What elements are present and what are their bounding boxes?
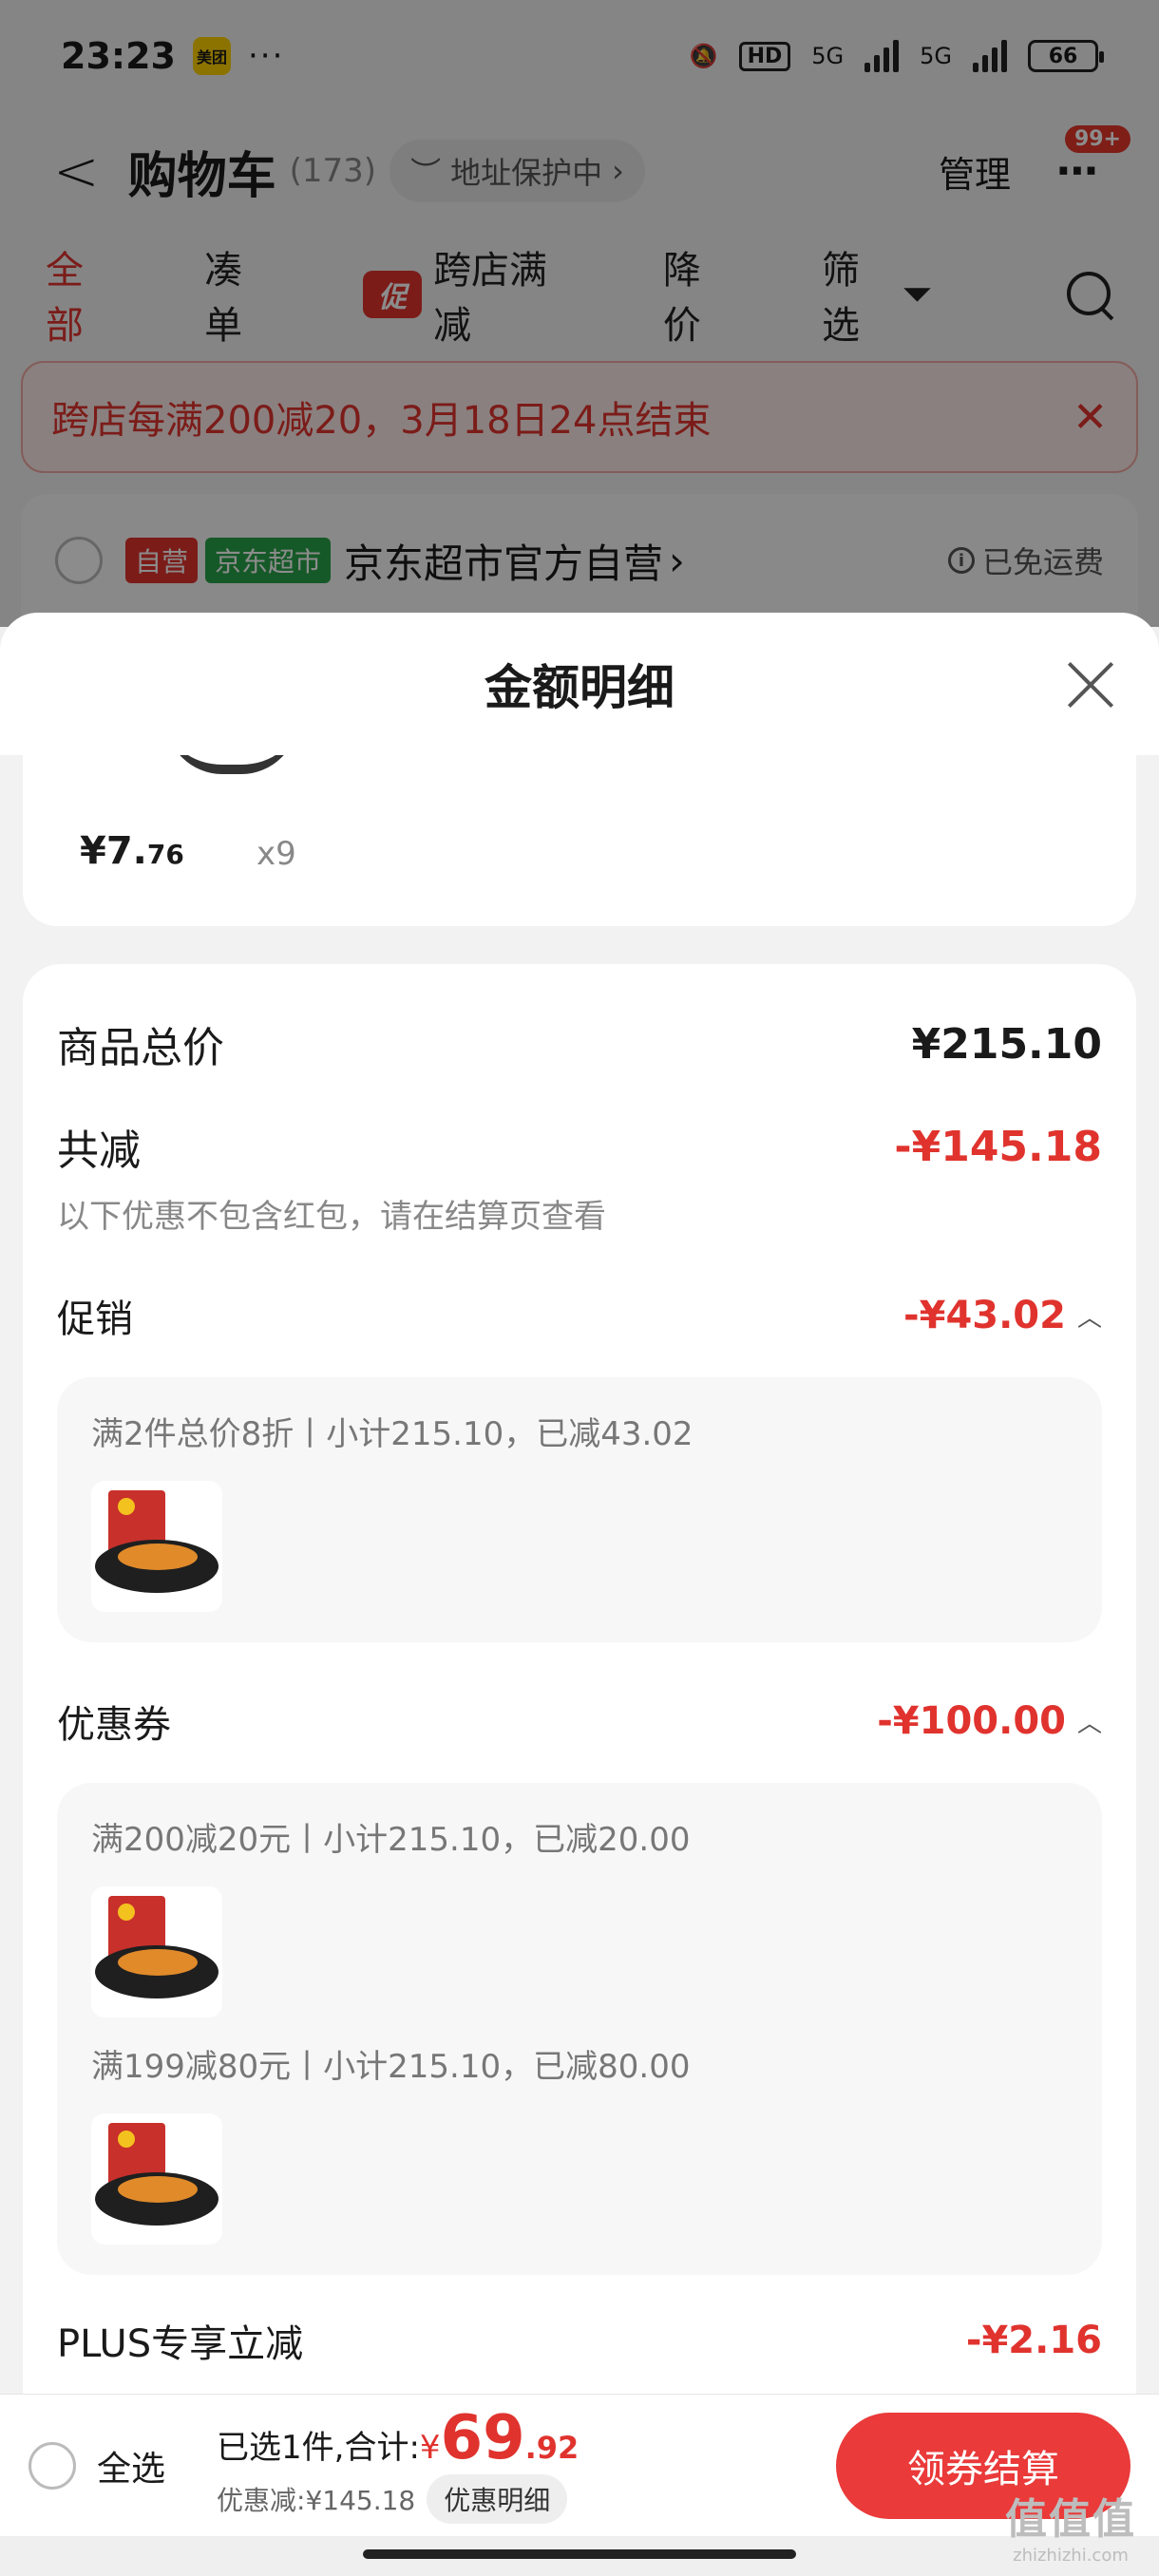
- discount-note: 以下优惠不包含红包，请在结算页查看: [57, 1198, 606, 1236]
- coupon-detail-box: 满200减20元丨小计215.10，已减20.00 满199减80元丨小计215…: [57, 1783, 1102, 2275]
- item-quantity: x9: [256, 835, 296, 873]
- promo-section-header[interactable]: 促销 -¥43.02 ︿: [57, 1288, 1102, 1343]
- coupon-section-header[interactable]: 优惠券 -¥100.00 ︿: [57, 1694, 1102, 1749]
- chevron-up-icon: ︿: [1076, 1709, 1102, 1738]
- discount-label: 共减: [57, 1127, 141, 1175]
- discount-detail-button[interactable]: 优惠明细: [427, 2473, 568, 2524]
- promo-value: -¥43.02: [903, 1294, 1066, 1337]
- coupon-label: 优惠券: [57, 1703, 171, 1747]
- chevron-up-icon: ︿: [1076, 1303, 1102, 1333]
- product-thumbnail: [91, 2113, 222, 2245]
- plus-value: -¥2.16: [965, 2319, 1102, 2362]
- item-card: ¥7.76 x9: [23, 755, 1136, 926]
- select-all-label[interactable]: 全选: [97, 2441, 165, 2491]
- total-row: 商品总价 ¥215.10: [57, 1013, 1102, 1074]
- coupon-detail-line-1: 满200减20元丨小计215.10，已减20.00: [91, 1821, 691, 1859]
- discount-value: -¥145.18: [894, 1122, 1102, 1171]
- select-all-radio[interactable]: [28, 2441, 76, 2490]
- saved-amount: 优惠减:¥145.18: [217, 2484, 416, 2516]
- total-decimal: .92: [524, 2429, 580, 2466]
- home-indicator[interactable]: [363, 2549, 796, 2559]
- sheet-title: 金额明细: [484, 660, 674, 715]
- summary-total-line: 已选1件,合计: ¥ 69 .92: [217, 2408, 579, 2469]
- promo-detail-box: 满2件总价8折丨小计215.10，已减43.02: [57, 1377, 1102, 1642]
- coupon-detail-line-2: 满199减80元丨小计215.10，已减80.00: [91, 2048, 691, 2086]
- modal-overlay[interactable]: [0, 0, 1159, 627]
- total-value: ¥215.10: [911, 1019, 1102, 1069]
- product-thumbnail: [165, 755, 298, 774]
- price-detail-card: 商品总价 ¥215.10 共减 -¥145.18 以下优惠不包含红包，请在结算页…: [23, 964, 1136, 2394]
- total-label: 商品总价: [57, 1024, 224, 1072]
- plus-row: PLUS专享立减 -¥2.16: [57, 2313, 1102, 2368]
- currency-symbol: ¥: [419, 2428, 441, 2467]
- item-price: ¥7.76: [80, 829, 184, 873]
- coupon-value-wrap: -¥100.00 ︿: [877, 1699, 1102, 1743]
- promo-detail-line: 满2件总价8折丨小计215.10，已减43.02: [91, 1415, 694, 1453]
- coupon-value: -¥100.00: [877, 1699, 1066, 1743]
- checkout-bar: 全选 已选1件,合计: ¥ 69 .92 优惠减:¥145.18 优惠明细 领券…: [0, 2394, 1159, 2536]
- order-summary: 已选1件,合计: ¥ 69 .92 优惠减:¥145.18 优惠明细: [217, 2408, 579, 2524]
- product-thumbnail: [91, 1886, 222, 2017]
- plus-label: PLUS专享立减: [57, 2322, 304, 2366]
- promo-label: 促销: [57, 1297, 133, 1341]
- summary-saved-line: 优惠减:¥145.18 优惠明细: [217, 2473, 579, 2524]
- close-icon[interactable]: [1066, 660, 1115, 710]
- watermark-logo: 值值值 zhizhizhi.com: [1005, 2495, 1136, 2566]
- product-thumbnail: [91, 1481, 222, 1612]
- promo-value-wrap: -¥43.02 ︿: [903, 1294, 1102, 1337]
- sheet-header: 金额明细: [0, 613, 1159, 755]
- amount-detail-sheet: 金额明细 ¥7.76 x9 商品总价 ¥215.10 共减 -¥145.18 以…: [0, 613, 1159, 2394]
- total-integer: 69: [440, 2402, 525, 2473]
- discount-row: 共减 -¥145.18: [57, 1116, 1102, 1177]
- selected-count-text: 已选1件,合计:: [217, 2428, 420, 2467]
